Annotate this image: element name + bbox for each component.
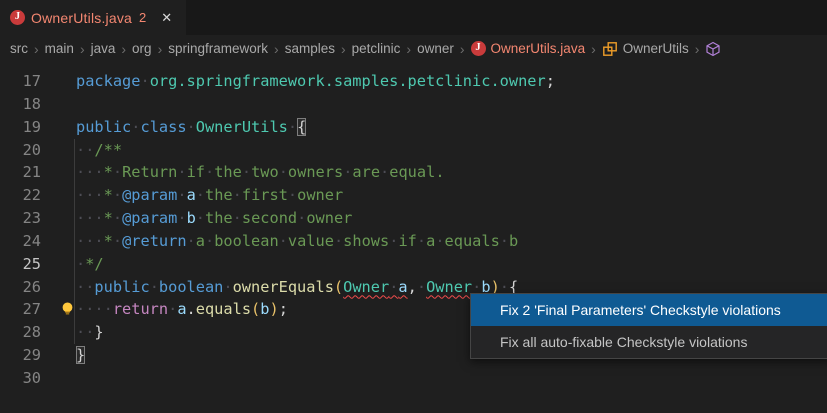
line-number[interactable]: 23 — [0, 207, 76, 230]
chevron-right-icon: › — [460, 42, 465, 56]
code-text: ··/** — [76, 139, 122, 162]
line-number[interactable]: 24 — [0, 230, 76, 253]
breadcrumb-label: OwnerUtils.java — [491, 41, 586, 56]
breadcrumb-label: src — [10, 41, 28, 56]
vscode-editor-window: { "tab": { "title": "OwnerUtils.java", "… — [0, 0, 827, 406]
line-number[interactable]: 17 — [0, 70, 76, 93]
code-line[interactable]: 23···*·@param·b·the·second·owner — [0, 207, 827, 230]
breadcrumb-label: OwnerUtils — [623, 41, 689, 56]
code-line[interactable]: 17package·org.springframework.samples.pe… — [0, 70, 827, 93]
breadcrumb-item-OwnerUtils[interactable]: OwnerUtils — [602, 41, 689, 57]
close-icon[interactable]: ✕ — [158, 9, 175, 27]
symbol-class-icon — [602, 41, 618, 57]
line-number[interactable]: 19 — [0, 116, 76, 139]
chevron-right-icon: › — [406, 42, 411, 56]
code-text: ···*·@param·a·the·first·owner — [76, 184, 343, 207]
breadcrumb-label: springframework — [168, 41, 268, 56]
chevron-right-icon: › — [158, 42, 163, 56]
code-line[interactable]: 19public·class·OwnerUtils·{ — [0, 116, 827, 139]
breadcrumb: src › main › java › org › springframework › sample… — [0, 35, 827, 62]
code-line[interactable]: 25 ·*/ — [0, 253, 827, 276]
code-line[interactable]: 20··/** — [0, 139, 827, 162]
tab-ownerutils-java[interactable]: J OwnerUtils.java 2 ✕ — [0, 0, 186, 35]
line-number[interactable]: 22 — [0, 184, 76, 207]
java-file-icon: J — [471, 41, 486, 56]
chevron-right-icon: › — [80, 42, 85, 56]
code-editor[interactable]: 17package·org.springframework.samples.pe… — [0, 62, 827, 413]
code-action-item[interactable]: Fix all auto-fixable Checkstyle violatio… — [471, 326, 827, 358]
code-action-item[interactable]: Fix 2 'Final Parameters' Checkstyle viol… — [471, 294, 827, 326]
line-number[interactable]: 30 — [0, 367, 76, 390]
breadcrumb-label: owner — [417, 41, 454, 56]
breadcrumb-item-java[interactable]: java — [91, 41, 116, 56]
code-text: ·*/ — [76, 253, 104, 276]
lightbulb-icon[interactable] — [59, 256, 76, 273]
breadcrumb-item-src[interactable]: src — [10, 41, 28, 56]
java-file-icon: J — [10, 10, 25, 25]
chevron-right-icon: › — [591, 42, 596, 56]
breadcrumb-label: main — [45, 41, 74, 56]
line-number[interactable]: 21 — [0, 161, 76, 184]
breadcrumb-label: petclinic — [352, 41, 401, 56]
code-line[interactable]: 21···*·Return·if·the·two·owners·are·equa… — [0, 161, 827, 184]
line-number[interactable]: 29 — [0, 344, 76, 367]
breadcrumb-label: samples — [285, 41, 335, 56]
code-line[interactable]: 22···*·@param·a·the·first·owner — [0, 184, 827, 207]
code-line[interactable]: 18 — [0, 93, 827, 116]
breadcrumb-item-org[interactable]: org — [132, 41, 152, 56]
code-text: ···*·@param·b·the·second·owner — [76, 207, 352, 230]
line-number[interactable]: 18 — [0, 93, 76, 116]
tab-error-count-badge: 2 — [139, 10, 146, 25]
breadcrumb-label: org — [132, 41, 152, 56]
code-line[interactable]: 30 — [0, 367, 827, 390]
breadcrumb-item-main[interactable]: main — [45, 41, 74, 56]
breadcrumb-label: java — [91, 41, 116, 56]
breadcrumb-item-symbol[interactable] — [705, 41, 721, 57]
breadcrumb-item-OwnerUtils.java[interactable]: J OwnerUtils.java — [471, 41, 586, 56]
code-text: package·org.springframework.samples.petc… — [76, 70, 555, 93]
breadcrumb-item-springframework[interactable]: springframework — [168, 41, 268, 56]
code-text: ··public·boolean·ownerEquals(Owner·a,·Ow… — [76, 276, 518, 299]
line-number[interactable]: 20 — [0, 139, 76, 162]
code-line[interactable]: 24···*·@return·a·boolean·value·shows·if·… — [0, 230, 827, 253]
code-action-menu: Fix 2 'Final Parameters' Checkstyle viol… — [470, 293, 827, 359]
chevron-right-icon: › — [695, 42, 700, 56]
chevron-right-icon: › — [34, 42, 39, 56]
code-text: public·class·OwnerUtils·{ — [76, 116, 306, 139]
code-text: } — [76, 344, 85, 367]
tab-title: OwnerUtils.java — [31, 10, 132, 26]
chevron-right-icon: › — [341, 42, 346, 56]
breadcrumb-item-samples[interactable]: samples — [285, 41, 335, 56]
code-text: ····return·a.equals(b); — [76, 298, 288, 321]
code-text: ···*·@return·a·boolean·value·shows·if·a·… — [76, 230, 518, 253]
breadcrumb-item-owner[interactable]: owner — [417, 41, 454, 56]
code-text: ··} — [76, 321, 104, 344]
symbol-method-cube-icon — [705, 41, 721, 57]
tab-bar: J OwnerUtils.java 2 ✕ — [0, 0, 827, 35]
breadcrumb-item-petclinic[interactable]: petclinic — [352, 41, 401, 56]
code-text: ···*·Return·if·the·two·owners·are·equal. — [76, 161, 445, 184]
chevron-right-icon: › — [274, 42, 279, 56]
chevron-right-icon: › — [121, 42, 126, 56]
